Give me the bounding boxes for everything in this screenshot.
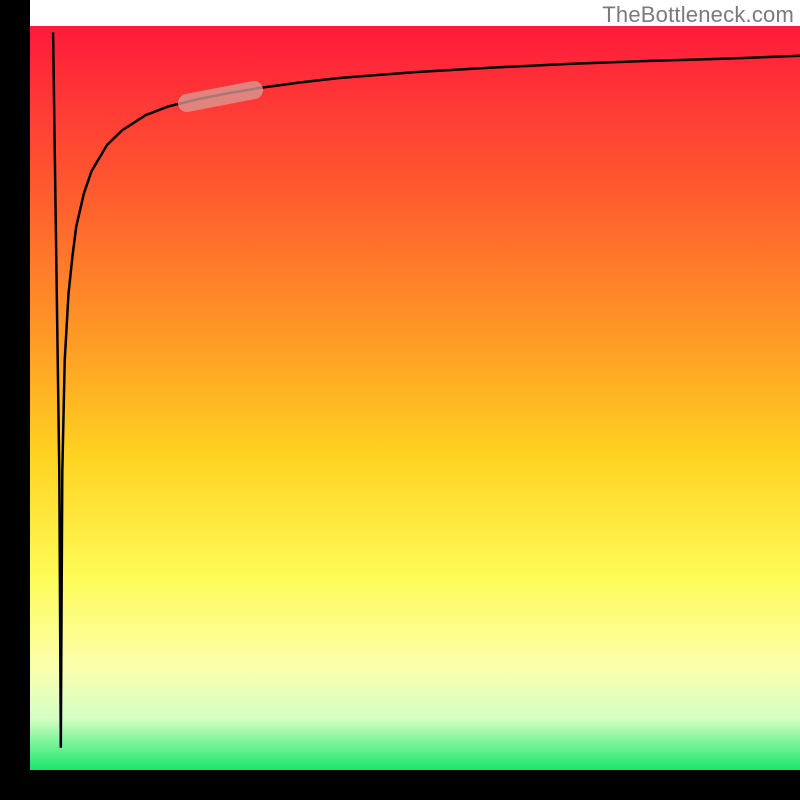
plot-gradient-bg [30, 26, 800, 770]
bottleneck-chart [0, 0, 800, 800]
y-axis-border [0, 0, 30, 800]
highlight-capsule [187, 90, 254, 103]
watermark-text: TheBottleneck.com [602, 2, 794, 28]
x-axis-border [0, 770, 800, 800]
chart-container: TheBottleneck.com [0, 0, 800, 800]
